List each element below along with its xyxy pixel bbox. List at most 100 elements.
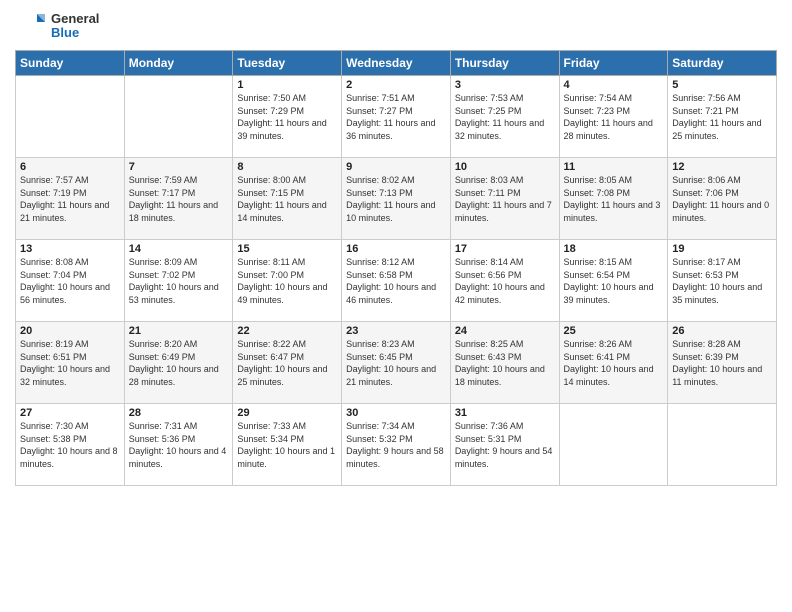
calendar-cell: 26Sunrise: 8:28 AM Sunset: 6:39 PM Dayli…: [668, 322, 777, 404]
day-info: Sunrise: 8:08 AM Sunset: 7:04 PM Dayligh…: [20, 256, 120, 306]
calendar-cell: [668, 404, 777, 486]
day-number: 29: [237, 407, 337, 419]
logo-svg: [15, 10, 47, 42]
calendar-cell: 17Sunrise: 8:14 AM Sunset: 6:56 PM Dayli…: [450, 240, 559, 322]
day-number: 8: [237, 161, 337, 173]
day-info: Sunrise: 8:02 AM Sunset: 7:13 PM Dayligh…: [346, 174, 446, 224]
day-info: Sunrise: 7:51 AM Sunset: 7:27 PM Dayligh…: [346, 92, 446, 142]
day-number: 16: [346, 243, 446, 255]
day-info: Sunrise: 7:34 AM Sunset: 5:32 PM Dayligh…: [346, 420, 446, 470]
weekday-header-wednesday: Wednesday: [342, 51, 451, 76]
calendar-table: SundayMondayTuesdayWednesdayThursdayFrid…: [15, 50, 777, 486]
weekday-header-tuesday: Tuesday: [233, 51, 342, 76]
day-number: 17: [455, 243, 555, 255]
day-info: Sunrise: 7:30 AM Sunset: 5:38 PM Dayligh…: [20, 420, 120, 470]
calendar-cell: 11Sunrise: 8:05 AM Sunset: 7:08 PM Dayli…: [559, 158, 668, 240]
day-number: 1: [237, 79, 337, 91]
day-number: 30: [346, 407, 446, 419]
week-row-4: 20Sunrise: 8:19 AM Sunset: 6:51 PM Dayli…: [16, 322, 777, 404]
calendar-cell: [559, 404, 668, 486]
day-info: Sunrise: 8:09 AM Sunset: 7:02 PM Dayligh…: [129, 256, 229, 306]
day-number: 10: [455, 161, 555, 173]
weekday-header-row: SundayMondayTuesdayWednesdayThursdayFrid…: [16, 51, 777, 76]
week-row-2: 6Sunrise: 7:57 AM Sunset: 7:19 PM Daylig…: [16, 158, 777, 240]
day-number: 28: [129, 407, 229, 419]
day-number: 4: [564, 79, 664, 91]
calendar-cell: 31Sunrise: 7:36 AM Sunset: 5:31 PM Dayli…: [450, 404, 559, 486]
calendar-cell: 28Sunrise: 7:31 AM Sunset: 5:36 PM Dayli…: [124, 404, 233, 486]
day-info: Sunrise: 8:20 AM Sunset: 6:49 PM Dayligh…: [129, 338, 229, 388]
calendar-cell: 20Sunrise: 8:19 AM Sunset: 6:51 PM Dayli…: [16, 322, 125, 404]
day-number: 31: [455, 407, 555, 419]
calendar-cell: 3Sunrise: 7:53 AM Sunset: 7:25 PM Daylig…: [450, 76, 559, 158]
day-number: 5: [672, 79, 772, 91]
calendar-cell: 27Sunrise: 7:30 AM Sunset: 5:38 PM Dayli…: [16, 404, 125, 486]
calendar-cell: 23Sunrise: 8:23 AM Sunset: 6:45 PM Dayli…: [342, 322, 451, 404]
day-number: 19: [672, 243, 772, 255]
calendar-cell: 24Sunrise: 8:25 AM Sunset: 6:43 PM Dayli…: [450, 322, 559, 404]
day-info: Sunrise: 8:19 AM Sunset: 6:51 PM Dayligh…: [20, 338, 120, 388]
calendar-cell: 13Sunrise: 8:08 AM Sunset: 7:04 PM Dayli…: [16, 240, 125, 322]
day-number: 2: [346, 79, 446, 91]
day-number: 24: [455, 325, 555, 337]
weekday-header-thursday: Thursday: [450, 51, 559, 76]
day-info: Sunrise: 8:14 AM Sunset: 6:56 PM Dayligh…: [455, 256, 555, 306]
day-info: Sunrise: 7:33 AM Sunset: 5:34 PM Dayligh…: [237, 420, 337, 470]
day-number: 6: [20, 161, 120, 173]
calendar-cell: 16Sunrise: 8:12 AM Sunset: 6:58 PM Dayli…: [342, 240, 451, 322]
calendar-cell: 2Sunrise: 7:51 AM Sunset: 7:27 PM Daylig…: [342, 76, 451, 158]
weekday-header-sunday: Sunday: [16, 51, 125, 76]
week-row-3: 13Sunrise: 8:08 AM Sunset: 7:04 PM Dayli…: [16, 240, 777, 322]
day-number: 14: [129, 243, 229, 255]
logo-blue-text: Blue: [51, 26, 99, 40]
day-info: Sunrise: 7:54 AM Sunset: 7:23 PM Dayligh…: [564, 92, 664, 142]
calendar-cell: 7Sunrise: 7:59 AM Sunset: 7:17 PM Daylig…: [124, 158, 233, 240]
day-info: Sunrise: 8:12 AM Sunset: 6:58 PM Dayligh…: [346, 256, 446, 306]
day-number: 11: [564, 161, 664, 173]
day-info: Sunrise: 7:53 AM Sunset: 7:25 PM Dayligh…: [455, 92, 555, 142]
day-info: Sunrise: 7:36 AM Sunset: 5:31 PM Dayligh…: [455, 420, 555, 470]
logo-general-text: General: [51, 12, 99, 26]
day-number: 15: [237, 243, 337, 255]
day-info: Sunrise: 7:56 AM Sunset: 7:21 PM Dayligh…: [672, 92, 772, 142]
day-number: 23: [346, 325, 446, 337]
weekday-header-friday: Friday: [559, 51, 668, 76]
day-number: 20: [20, 325, 120, 337]
day-number: 12: [672, 161, 772, 173]
day-number: 25: [564, 325, 664, 337]
day-info: Sunrise: 7:59 AM Sunset: 7:17 PM Dayligh…: [129, 174, 229, 224]
calendar-cell: 5Sunrise: 7:56 AM Sunset: 7:21 PM Daylig…: [668, 76, 777, 158]
calendar-cell: 18Sunrise: 8:15 AM Sunset: 6:54 PM Dayli…: [559, 240, 668, 322]
page-header: General Blue: [15, 10, 777, 42]
calendar-cell: 21Sunrise: 8:20 AM Sunset: 6:49 PM Dayli…: [124, 322, 233, 404]
calendar-cell: 8Sunrise: 8:00 AM Sunset: 7:15 PM Daylig…: [233, 158, 342, 240]
day-info: Sunrise: 8:15 AM Sunset: 6:54 PM Dayligh…: [564, 256, 664, 306]
day-info: Sunrise: 8:25 AM Sunset: 6:43 PM Dayligh…: [455, 338, 555, 388]
day-info: Sunrise: 8:23 AM Sunset: 6:45 PM Dayligh…: [346, 338, 446, 388]
logo: General Blue: [15, 10, 99, 42]
day-info: Sunrise: 8:26 AM Sunset: 6:41 PM Dayligh…: [564, 338, 664, 388]
calendar-cell: 12Sunrise: 8:06 AM Sunset: 7:06 PM Dayli…: [668, 158, 777, 240]
calendar-cell: 6Sunrise: 7:57 AM Sunset: 7:19 PM Daylig…: [16, 158, 125, 240]
calendar-cell: 19Sunrise: 8:17 AM Sunset: 6:53 PM Dayli…: [668, 240, 777, 322]
calendar-cell: 9Sunrise: 8:02 AM Sunset: 7:13 PM Daylig…: [342, 158, 451, 240]
day-info: Sunrise: 7:31 AM Sunset: 5:36 PM Dayligh…: [129, 420, 229, 470]
day-number: 9: [346, 161, 446, 173]
day-info: Sunrise: 8:00 AM Sunset: 7:15 PM Dayligh…: [237, 174, 337, 224]
day-info: Sunrise: 8:06 AM Sunset: 7:06 PM Dayligh…: [672, 174, 772, 224]
week-row-5: 27Sunrise: 7:30 AM Sunset: 5:38 PM Dayli…: [16, 404, 777, 486]
day-number: 3: [455, 79, 555, 91]
day-info: Sunrise: 8:11 AM Sunset: 7:00 PM Dayligh…: [237, 256, 337, 306]
day-number: 18: [564, 243, 664, 255]
day-info: Sunrise: 8:28 AM Sunset: 6:39 PM Dayligh…: [672, 338, 772, 388]
calendar-cell: 4Sunrise: 7:54 AM Sunset: 7:23 PM Daylig…: [559, 76, 668, 158]
calendar-cell: [16, 76, 125, 158]
day-number: 21: [129, 325, 229, 337]
calendar-cell: 15Sunrise: 8:11 AM Sunset: 7:00 PM Dayli…: [233, 240, 342, 322]
calendar-cell: 30Sunrise: 7:34 AM Sunset: 5:32 PM Dayli…: [342, 404, 451, 486]
day-info: Sunrise: 7:57 AM Sunset: 7:19 PM Dayligh…: [20, 174, 120, 224]
day-number: 26: [672, 325, 772, 337]
week-row-1: 1Sunrise: 7:50 AM Sunset: 7:29 PM Daylig…: [16, 76, 777, 158]
day-number: 27: [20, 407, 120, 419]
day-number: 13: [20, 243, 120, 255]
